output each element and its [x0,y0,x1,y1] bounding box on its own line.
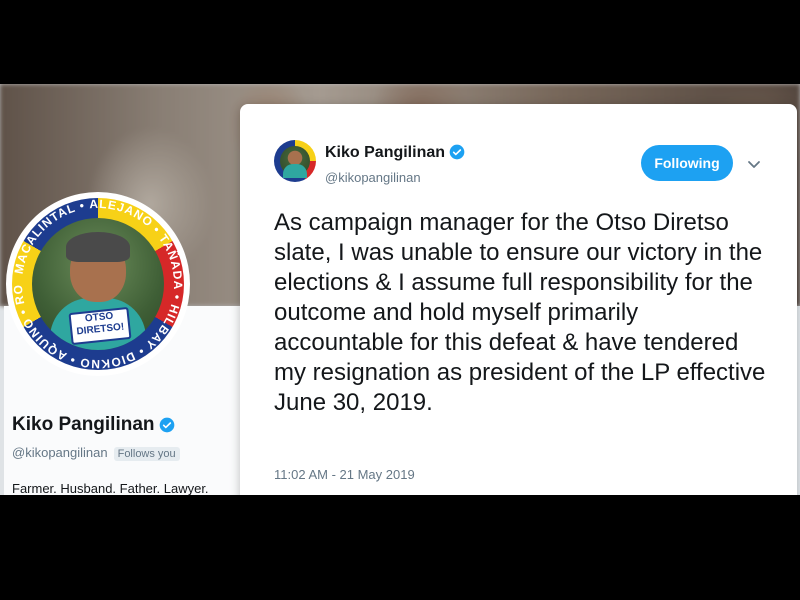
tweet-author-avatar[interactable] [274,140,316,182]
tweet-author-handle[interactable]: @kikopangilinan [325,170,421,185]
tweet-text: As campaign manager for the Otso Diretso… [274,209,766,416]
avatar-hair [66,232,130,262]
tweet-card: Kiko Pangilinan @kikopangilinan Followin… [240,104,797,495]
profile-avatar[interactable]: MACALINTAL • ALEJANO • TAÑADA • HILBAY •… [10,196,186,372]
verified-badge-icon [449,144,465,165]
profile-handle[interactable]: @kikopangilinan [12,445,108,460]
chevron-down-icon[interactable] [746,156,762,172]
follows-you-badge: Follows you [113,447,180,461]
profile-bio: Farmer. Husband. Father. Lawyer. [12,481,209,495]
tweet-author-name[interactable]: Kiko Pangilinan [325,144,465,165]
letterbox-top [0,0,800,84]
tweet-avatar-shirt [283,164,307,178]
tweet-author-name-text: Kiko Pangilinan [325,144,446,161]
profile-name[interactable]: Kiko Pangilinan [12,414,175,439]
following-button[interactable]: Following [641,145,733,181]
profile-handle-row: @kikopangilinan Follows you [12,445,180,461]
verified-badge-icon [159,417,175,439]
twitter-screen: MACALINTAL • ALEJANO • TAÑADA • HILBAY •… [0,84,800,495]
otso-diretso-badge: OTSO DIRETSO! [68,306,132,346]
profile-name-text: Kiko Pangilinan [12,414,155,435]
letterbox-bottom [0,495,800,600]
avatar-photo: OTSO DIRETSO! [32,218,164,350]
tweet-timestamp[interactable]: 11:02 AM - 21 May 2019 [274,467,415,482]
